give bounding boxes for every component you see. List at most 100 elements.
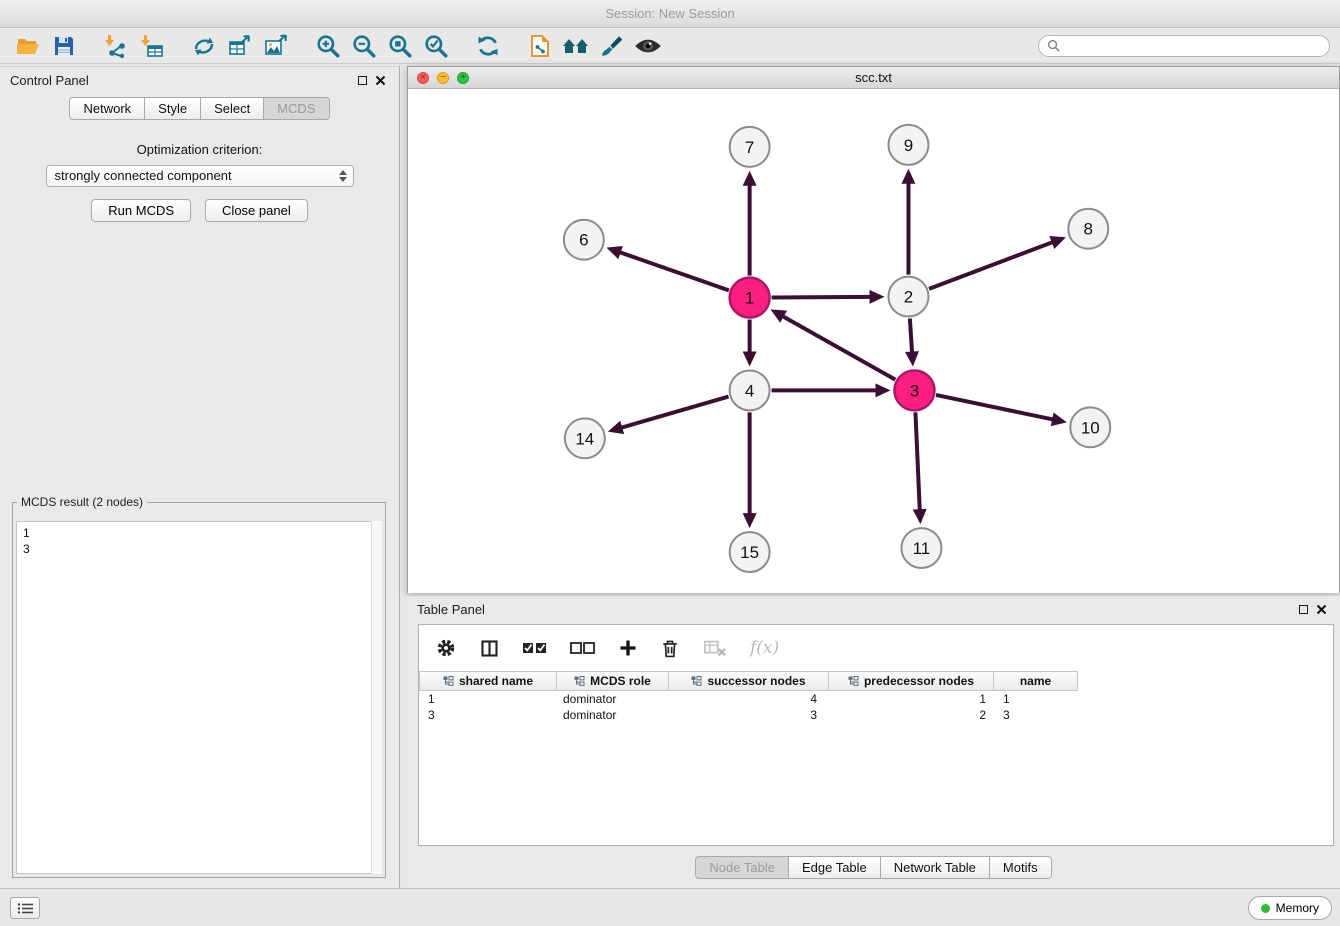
import-network-icon: [103, 34, 129, 58]
import-table-button[interactable]: [134, 31, 170, 61]
search-input[interactable]: [1065, 39, 1321, 53]
result-scrollbar[interactable]: [371, 521, 382, 874]
zoom-fit-button[interactable]: [382, 31, 418, 61]
graph-node-10[interactable]: 10: [1070, 407, 1110, 447]
graph-edge-1-2[interactable]: [772, 297, 872, 298]
search-box[interactable]: [1038, 35, 1330, 57]
first-steps-button[interactable]: [522, 31, 558, 61]
column-tree-icon: [443, 676, 454, 686]
float-icon: [1299, 605, 1308, 614]
zoom-selected-button[interactable]: [418, 31, 454, 61]
cell-name[interactable]: 1: [994, 691, 1078, 707]
refresh-button[interactable]: [470, 31, 506, 61]
mcds-result-list[interactable]: 1 3: [16, 521, 382, 874]
table-row[interactable]: 3 dominator 3 2 3: [419, 707, 1333, 723]
node-label: 1: [745, 289, 754, 308]
maximize-window-button[interactable]: +: [457, 72, 469, 84]
column-tree-icon: [848, 676, 859, 686]
zoom-in-button[interactable]: [310, 31, 346, 61]
run-mcds-button[interactable]: Run MCDS: [91, 199, 191, 222]
graph-edge-2-3[interactable]: [910, 318, 912, 353]
home-button[interactable]: [558, 31, 594, 61]
table-row[interactable]: 1 dominator 4 1 1: [419, 691, 1333, 707]
show-columns-button[interactable]: [479, 634, 500, 662]
tab-select[interactable]: Select: [200, 97, 264, 120]
graph-edge-2-8[interactable]: [929, 242, 1054, 289]
new-network-button[interactable]: [186, 31, 222, 61]
graph-node-14[interactable]: 14: [565, 418, 605, 458]
graph-node-2[interactable]: 2: [888, 277, 928, 317]
minimize-window-button[interactable]: −: [437, 72, 449, 84]
network-graph-canvas[interactable]: 7 9 6 8 1 2 4 3 14 10 15 11: [408, 89, 1339, 593]
column-header-name[interactable]: name: [994, 671, 1078, 691]
save-session-button[interactable]: [46, 31, 82, 61]
graph-node-4[interactable]: 4: [730, 370, 770, 410]
session-title: Session: New Session: [605, 6, 734, 21]
graph-node-8[interactable]: 8: [1068, 209, 1108, 249]
graph-node-3[interactable]: 3: [894, 370, 934, 410]
network-window-titlebar[interactable]: × − + scc.txt: [408, 67, 1339, 89]
close-table-panel-button[interactable]: [1312, 600, 1330, 618]
cell-name[interactable]: 3: [994, 707, 1078, 723]
task-history-button[interactable]: [10, 897, 40, 919]
cell-successor-nodes[interactable]: 3: [669, 707, 829, 723]
function-builder-button[interactable]: f(x): [750, 634, 779, 662]
zoom-out-button[interactable]: [346, 31, 382, 61]
refresh-icon: [475, 33, 501, 59]
node-label: 15: [740, 543, 759, 562]
close-panel-action-button[interactable]: Close panel: [205, 199, 308, 222]
column-header-predecessor-nodes[interactable]: predecessor nodes: [829, 671, 994, 691]
graph-edge-3-1[interactable]: [782, 316, 895, 380]
graph-node-1[interactable]: 1: [730, 278, 770, 318]
deselect-all-columns-button[interactable]: [570, 634, 596, 662]
cell-mcds-role[interactable]: dominator: [557, 707, 669, 723]
status-bar: Memory: [0, 888, 1340, 926]
graph-node-7[interactable]: 7: [730, 127, 770, 167]
plus-icon: [618, 638, 638, 658]
column-header-shared-name[interactable]: shared name: [419, 671, 557, 691]
export-image-button[interactable]: [258, 31, 294, 61]
graph-edge-4-14[interactable]: [620, 397, 728, 428]
column-header-mcds-role[interactable]: MCDS role: [557, 671, 669, 691]
select-all-columns-button[interactable]: [522, 634, 548, 662]
create-column-button[interactable]: [618, 634, 638, 662]
import-network-button[interactable]: [98, 31, 134, 61]
tab-node-table[interactable]: Node Table: [695, 856, 789, 879]
graph-node-9[interactable]: 9: [888, 125, 928, 165]
float-panel-button[interactable]: [353, 71, 371, 89]
graph-node-15[interactable]: 15: [730, 532, 770, 572]
table-panel-header: Table Panel: [407, 596, 1340, 622]
cell-shared-name[interactable]: 3: [419, 707, 557, 723]
criterion-select[interactable]: strongly connected component: [46, 165, 354, 187]
tab-network-table[interactable]: Network Table: [880, 856, 990, 879]
show-graphics-button[interactable]: [630, 31, 666, 61]
graph-edge-3-10[interactable]: [936, 395, 1054, 420]
close-icon: [1316, 604, 1327, 615]
delete-table-button[interactable]: [702, 634, 728, 662]
export-table-button[interactable]: [222, 31, 258, 61]
column-header-successor-nodes[interactable]: successor nodes: [669, 671, 829, 691]
tab-motifs[interactable]: Motifs: [989, 856, 1052, 879]
cell-successor-nodes[interactable]: 4: [669, 691, 829, 707]
float-table-panel-button[interactable]: [1294, 600, 1312, 618]
tab-network[interactable]: Network: [69, 97, 145, 120]
tab-edge-table[interactable]: Edge Table: [788, 856, 881, 879]
tab-style[interactable]: Style: [144, 97, 201, 120]
delete-column-button[interactable]: [660, 634, 680, 662]
cell-predecessor-nodes[interactable]: 1: [829, 691, 994, 707]
close-panel-button[interactable]: [371, 71, 389, 89]
table-settings-button[interactable]: [435, 634, 457, 662]
cell-mcds-role[interactable]: dominator: [557, 691, 669, 707]
graph-edge-1-6[interactable]: [619, 252, 729, 290]
open-session-button[interactable]: [10, 31, 46, 61]
cell-shared-name[interactable]: 1: [419, 691, 557, 707]
mcds-result-title: MCDS result (2 nodes): [17, 495, 147, 509]
graph-node-11[interactable]: 11: [901, 528, 941, 568]
tab-mcds[interactable]: MCDS: [263, 97, 329, 120]
close-window-button[interactable]: ×: [417, 72, 429, 84]
memory-button[interactable]: Memory: [1248, 896, 1332, 920]
graph-node-6[interactable]: 6: [564, 220, 604, 260]
style-brush-button[interactable]: [594, 31, 630, 61]
graph-edge-3-11[interactable]: [915, 412, 919, 511]
cell-predecessor-nodes[interactable]: 2: [829, 707, 994, 723]
